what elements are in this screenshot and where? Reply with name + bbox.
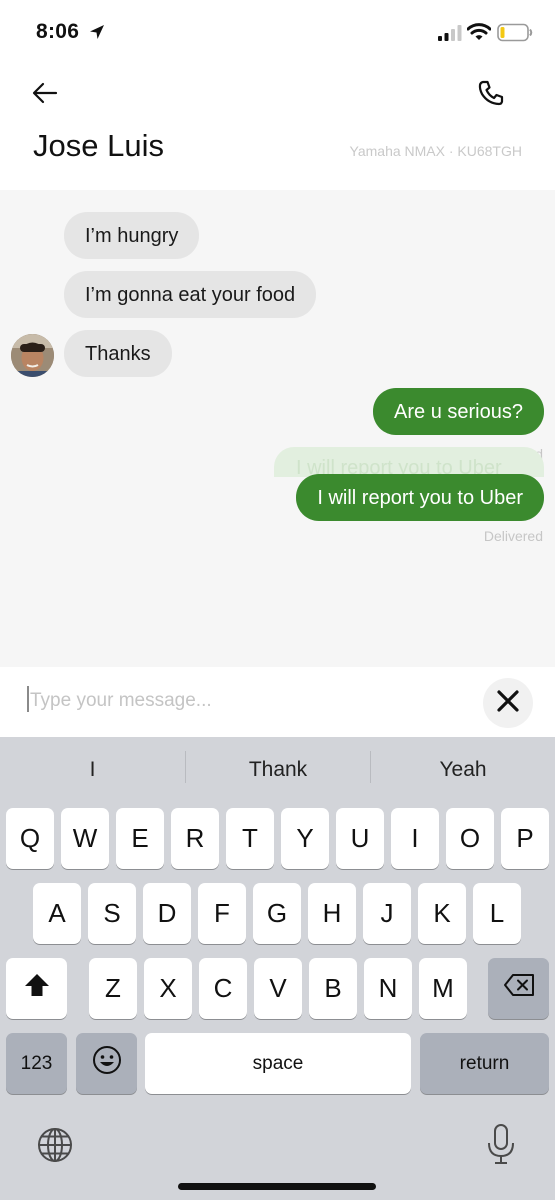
key[interactable]: I (391, 808, 439, 869)
close-icon (497, 689, 519, 717)
key[interactable]: P (501, 808, 549, 869)
call-button[interactable] (474, 78, 508, 112)
phone-icon (478, 80, 504, 111)
key[interactable]: D (143, 883, 191, 944)
key[interactable]: E (116, 808, 164, 869)
key[interactable]: W (61, 808, 109, 869)
key[interactable]: V (254, 958, 302, 1019)
incoming-message: I’m gonna eat your food (64, 271, 317, 318)
globe-button[interactable] (36, 1126, 74, 1164)
key[interactable]: H (308, 883, 356, 944)
key[interactable]: O (446, 808, 494, 869)
suggestion-item[interactable]: Thank (186, 737, 370, 803)
key[interactable]: F (198, 883, 246, 944)
key[interactable]: Q (6, 808, 54, 869)
message-input[interactable] (30, 687, 450, 715)
outgoing-message: I will report you to Uber (296, 474, 544, 521)
key[interactable]: M (419, 958, 467, 1019)
key[interactable]: S (88, 883, 136, 944)
key[interactable]: U (336, 808, 384, 869)
emoji-key[interactable] (76, 1033, 137, 1094)
clear-button[interactable] (483, 678, 533, 728)
shift-icon (24, 973, 50, 1004)
key[interactable]: Y (281, 808, 329, 869)
suggestion-item[interactable]: I (0, 737, 185, 803)
shift-key[interactable] (6, 958, 67, 1019)
key[interactable]: B (309, 958, 357, 1019)
emoji-icon (92, 1045, 122, 1082)
battery-icon (497, 23, 533, 47)
text-caret (27, 686, 29, 712)
sending-animation-ghost: I will report you to Uber (274, 447, 544, 477)
key[interactable]: J (363, 883, 411, 944)
suggestion-item[interactable]: Yeah (371, 737, 555, 803)
key[interactable]: R (171, 808, 219, 869)
key[interactable]: A (33, 883, 81, 944)
back-button[interactable] (28, 78, 62, 112)
delivered-receipt: Delivered (483, 528, 543, 544)
key[interactable]: N (364, 958, 412, 1019)
incoming-message: I’m hungry (64, 212, 200, 259)
key[interactable]: X (144, 958, 192, 1019)
chat-header: Jose Luis Yamaha NMAX · KU68TGH (0, 66, 555, 190)
wifi-icon (466, 22, 492, 46)
numbers-key[interactable]: 123 (6, 1033, 67, 1094)
globe-icon (36, 1128, 74, 1168)
key[interactable]: Z (89, 958, 137, 1019)
key[interactable]: C (199, 958, 247, 1019)
backspace-key[interactable] (488, 958, 549, 1019)
status-bar: 8:06 (0, 0, 555, 66)
signal-icon (438, 25, 463, 46)
keyboard: I Thank Yeah Q W E R T Y U I O P A S D F… (0, 737, 555, 1200)
incoming-message: Thanks (64, 330, 172, 377)
space-key[interactable]: space (145, 1033, 411, 1094)
driver-avatar (11, 334, 54, 377)
vehicle-info: Yamaha NMAX · KU68TGH (349, 143, 522, 159)
backspace-icon (503, 973, 535, 1004)
outgoing-message: Are u serious? (373, 388, 544, 435)
contact-name: Jose Luis (33, 128, 164, 163)
message-list[interactable]: I’m hungry I’m gonna eat your food Thank… (0, 190, 555, 667)
microphone-icon (486, 1124, 516, 1169)
key[interactable]: G (253, 883, 301, 944)
return-key[interactable]: return (420, 1033, 549, 1094)
home-indicator[interactable] (178, 1183, 376, 1190)
location-arrow-icon (89, 24, 105, 45)
dictation-button[interactable] (486, 1123, 516, 1165)
key[interactable]: T (226, 808, 274, 869)
key[interactable]: K (418, 883, 466, 944)
back-arrow-icon (32, 82, 58, 109)
status-time: 8:06 (36, 20, 80, 43)
key[interactable]: L (473, 883, 521, 944)
